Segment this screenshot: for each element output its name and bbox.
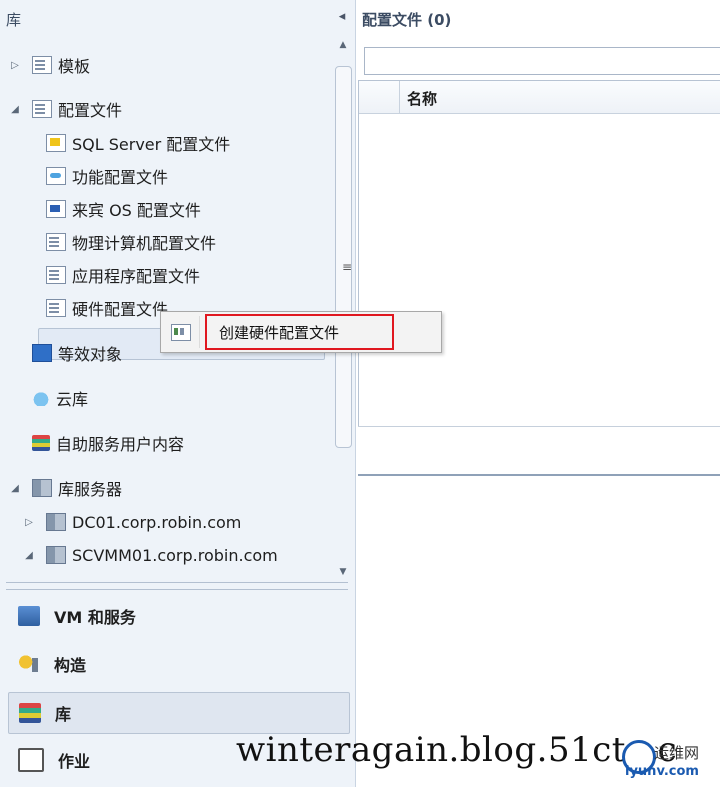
watermark-logo-text: 运维网 [654,744,700,762]
tree-node-equivalent-objects[interactable]: 等效对象 [8,338,122,368]
tree-node-capability-profiles[interactable]: 功能配置文件 [46,161,168,191]
hardware-profile-icon [46,299,66,317]
tree-node-dc01[interactable]: ▷ DC01.corp.robin.com [22,507,241,537]
tree-scrollbar[interactable]: ▲ ≡ ▼ [333,36,353,581]
guest-os-profile-icon [46,200,66,218]
tree-node-profiles[interactable]: ◢ 配置文件 [8,94,122,124]
collapse-pane-button[interactable]: ◂ [333,8,351,26]
server-icon [46,513,66,531]
capability-profile-icon [46,167,66,185]
tree-node-label: 物理计算机配置文件 [72,234,217,253]
scroll-grip-icon: ≡ [342,260,353,274]
tree-node-sql-profiles[interactable]: SQL Server 配置文件 [46,128,230,158]
tree-node-label: DC01.corp.robin.com [72,512,242,532]
expand-arrow-icon[interactable]: ▷ [22,517,36,528]
collapse-arrow-icon[interactable]: ◢ [8,483,22,494]
menu-separator [199,316,200,348]
grid-header: 名称 [359,81,720,114]
library-icon [19,703,41,723]
tree-node-label: 云库 [56,390,89,409]
hardware-profile-icon [171,324,191,341]
workspace-label: 构造 [54,656,87,675]
divider [358,426,720,427]
tree-node-label: 功能配置文件 [72,168,169,187]
library-servers-icon [32,479,52,497]
navigation-pane: 库 ◂ ▷ 模板 ◢ 配置文件 SQL Server 配置文件 功能配置文件 来… [0,0,356,787]
library-tree: ▷ 模板 ◢ 配置文件 SQL Server 配置文件 功能配置文件 来宾 OS… [0,36,334,581]
scroll-up-icon[interactable]: ▲ [333,36,353,54]
tree-node-templates[interactable]: ▷ 模板 [8,50,90,80]
tree-node-self-service-content[interactable]: 自助服务用户内容 [8,428,184,458]
results-title: 配置文件 (0) [362,11,452,29]
tree-node-label: 应用程序配置文件 [72,267,201,286]
server-icon [46,546,66,564]
tree-node-label: 等效对象 [58,345,123,364]
vms-and-services-icon [18,606,40,626]
tree-node-hardware-profiles[interactable]: 硬件配置文件 [46,293,168,323]
tree-node-application-profiles[interactable]: 应用程序配置文件 [46,260,200,290]
profiles-icon [32,100,52,118]
create-hardware-profile-menu-item[interactable]: 创建硬件配置文件 [205,314,394,350]
equivalent-objects-icon [32,344,52,362]
tree-node-label: 库服务器 [58,480,123,499]
scrollbar-thumb[interactable]: ≡ [335,66,352,448]
workspace-label: 库 [55,705,72,724]
menu-item-label: 创建硬件配置文件 [219,323,340,342]
tree-node-guest-os-profiles[interactable]: 来宾 OS 配置文件 [46,194,201,224]
workspace-fabric[interactable]: 构造 [8,644,348,684]
collapse-arrow-icon[interactable]: ◢ [8,104,22,115]
self-service-content-icon [32,435,50,451]
watermark-logo-url: iyunv.com [625,764,699,779]
scroll-down-icon[interactable]: ▼ [333,563,353,581]
jobs-icon [18,748,44,772]
collapse-arrow-icon[interactable]: ◢ [22,550,36,561]
navigation-title: 库 [6,11,22,29]
physical-computer-profile-icon [46,233,66,251]
application-profile-icon [46,266,66,284]
grid-icon-column-header[interactable] [359,81,400,113]
tree-node-label: 硬件配置文件 [72,300,169,319]
details-pane-divider [358,474,720,476]
workspace-vms-and-services[interactable]: VM 和服务 [8,596,348,636]
tree-node-library-servers[interactable]: ◢ 库服务器 [8,473,122,503]
sql-profile-icon [46,134,66,152]
tree-node-cloud-libraries[interactable]: 云库 [8,383,88,413]
tree-node-label: 自助服务用户内容 [56,435,185,454]
context-menu: 创建硬件配置文件 [160,311,442,353]
watermark-text: winteragain.blog.51cto.c [236,730,678,770]
pane-splitter[interactable] [6,582,348,590]
workspace-label: 作业 [58,752,91,771]
fabric-icon [18,654,40,674]
tree-node-label: 模板 [58,57,91,76]
workspace-library[interactable]: 库 [8,692,350,734]
column-header-name[interactable]: 名称 [407,88,437,109]
profiles-grid: 名称 [358,80,720,427]
tree-node-label: 来宾 OS 配置文件 [72,201,201,220]
navigation-header: 库 ◂ [0,0,355,36]
cloud-library-icon [32,390,50,406]
expand-arrow-icon[interactable]: ▷ [8,60,22,71]
filter-input[interactable] [364,47,720,75]
template-icon [32,56,52,74]
tree-node-label: SCVMM01.corp.robin.com [72,545,278,565]
tree-node-label: SQL Server 配置文件 [72,135,231,154]
tree-node-physical-computer-profiles[interactable]: 物理计算机配置文件 [46,227,216,257]
tree-node-scvmm01[interactable]: ◢ SCVMM01.corp.robin.com [22,540,278,570]
tree-node-label: 配置文件 [58,101,123,120]
workspace-label: VM 和服务 [54,608,136,627]
